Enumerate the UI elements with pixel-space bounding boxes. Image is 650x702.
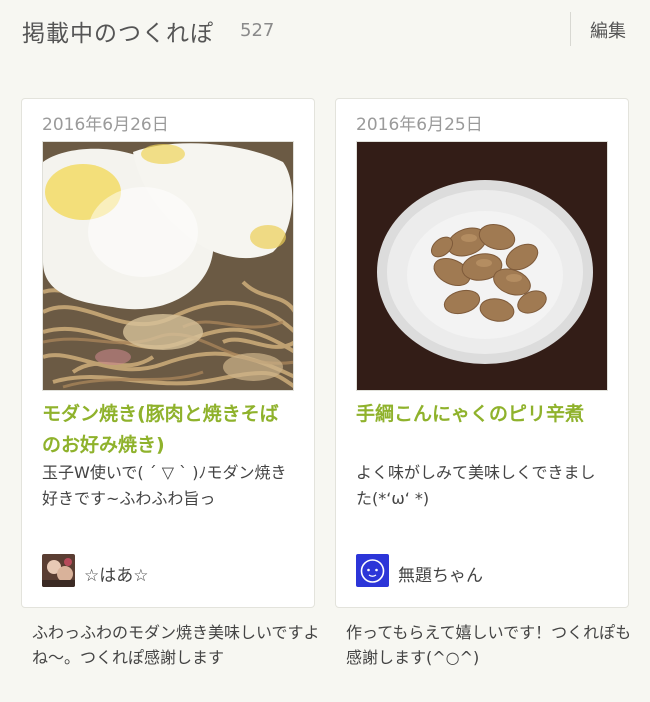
recipe-title[interactable]: モダン焼き(豚肉と焼きそばのお好み焼き): [42, 399, 297, 461]
author-reply: 作ってもらえて嬉しいです！つくれぽも感謝します(^○^): [346, 623, 632, 667]
author-name: ☆はあ☆: [84, 566, 149, 586]
author-reply: ふわっふわのモダン焼き美味しいですよね〜。つくれぽ感謝します: [32, 623, 320, 667]
card-date: 2016年6月25日: [356, 115, 483, 135]
tsukurepo-card[interactable]: 2016年6月25日 手綱こんにゃくのピリ辛煮 よく味がしみて美味しくできました…: [335, 98, 629, 608]
tsukurepo-count: 527: [240, 20, 275, 41]
header-divider: [570, 12, 571, 46]
author[interactable]: 無題ちゃん: [356, 554, 611, 588]
author[interactable]: ☆はあ☆: [42, 554, 297, 588]
avatar: [42, 554, 75, 587]
recipe-photo[interactable]: [356, 141, 608, 391]
avatar: [356, 554, 389, 587]
recipe-photo[interactable]: [42, 141, 294, 391]
page-title: 掲載中のつくれぽ: [22, 21, 214, 47]
tsukurepo-card[interactable]: 2016年6月26日 モダン焼き(豚肉と焼きそばのお好み焼き) 玉子W使いで(…: [21, 98, 315, 608]
author-name: 無題ちゃん: [398, 566, 483, 586]
tsukurepo-comment: 玉子W使いで( ´ ▽ ` )ﾉモダン焼き好きです~ふわふわ旨っ: [42, 463, 287, 508]
card-date: 2016年6月26日: [42, 115, 169, 135]
page-header: 掲載中のつくれぽ 527 編集: [0, 0, 650, 62]
tsukurepo-comment: よく味がしみて美味しくできました(*‘ω‘ *): [356, 463, 596, 508]
edit-button[interactable]: 編集: [590, 17, 626, 43]
recipe-title[interactable]: 手綱こんにゃくのピリ辛煮: [356, 399, 611, 430]
